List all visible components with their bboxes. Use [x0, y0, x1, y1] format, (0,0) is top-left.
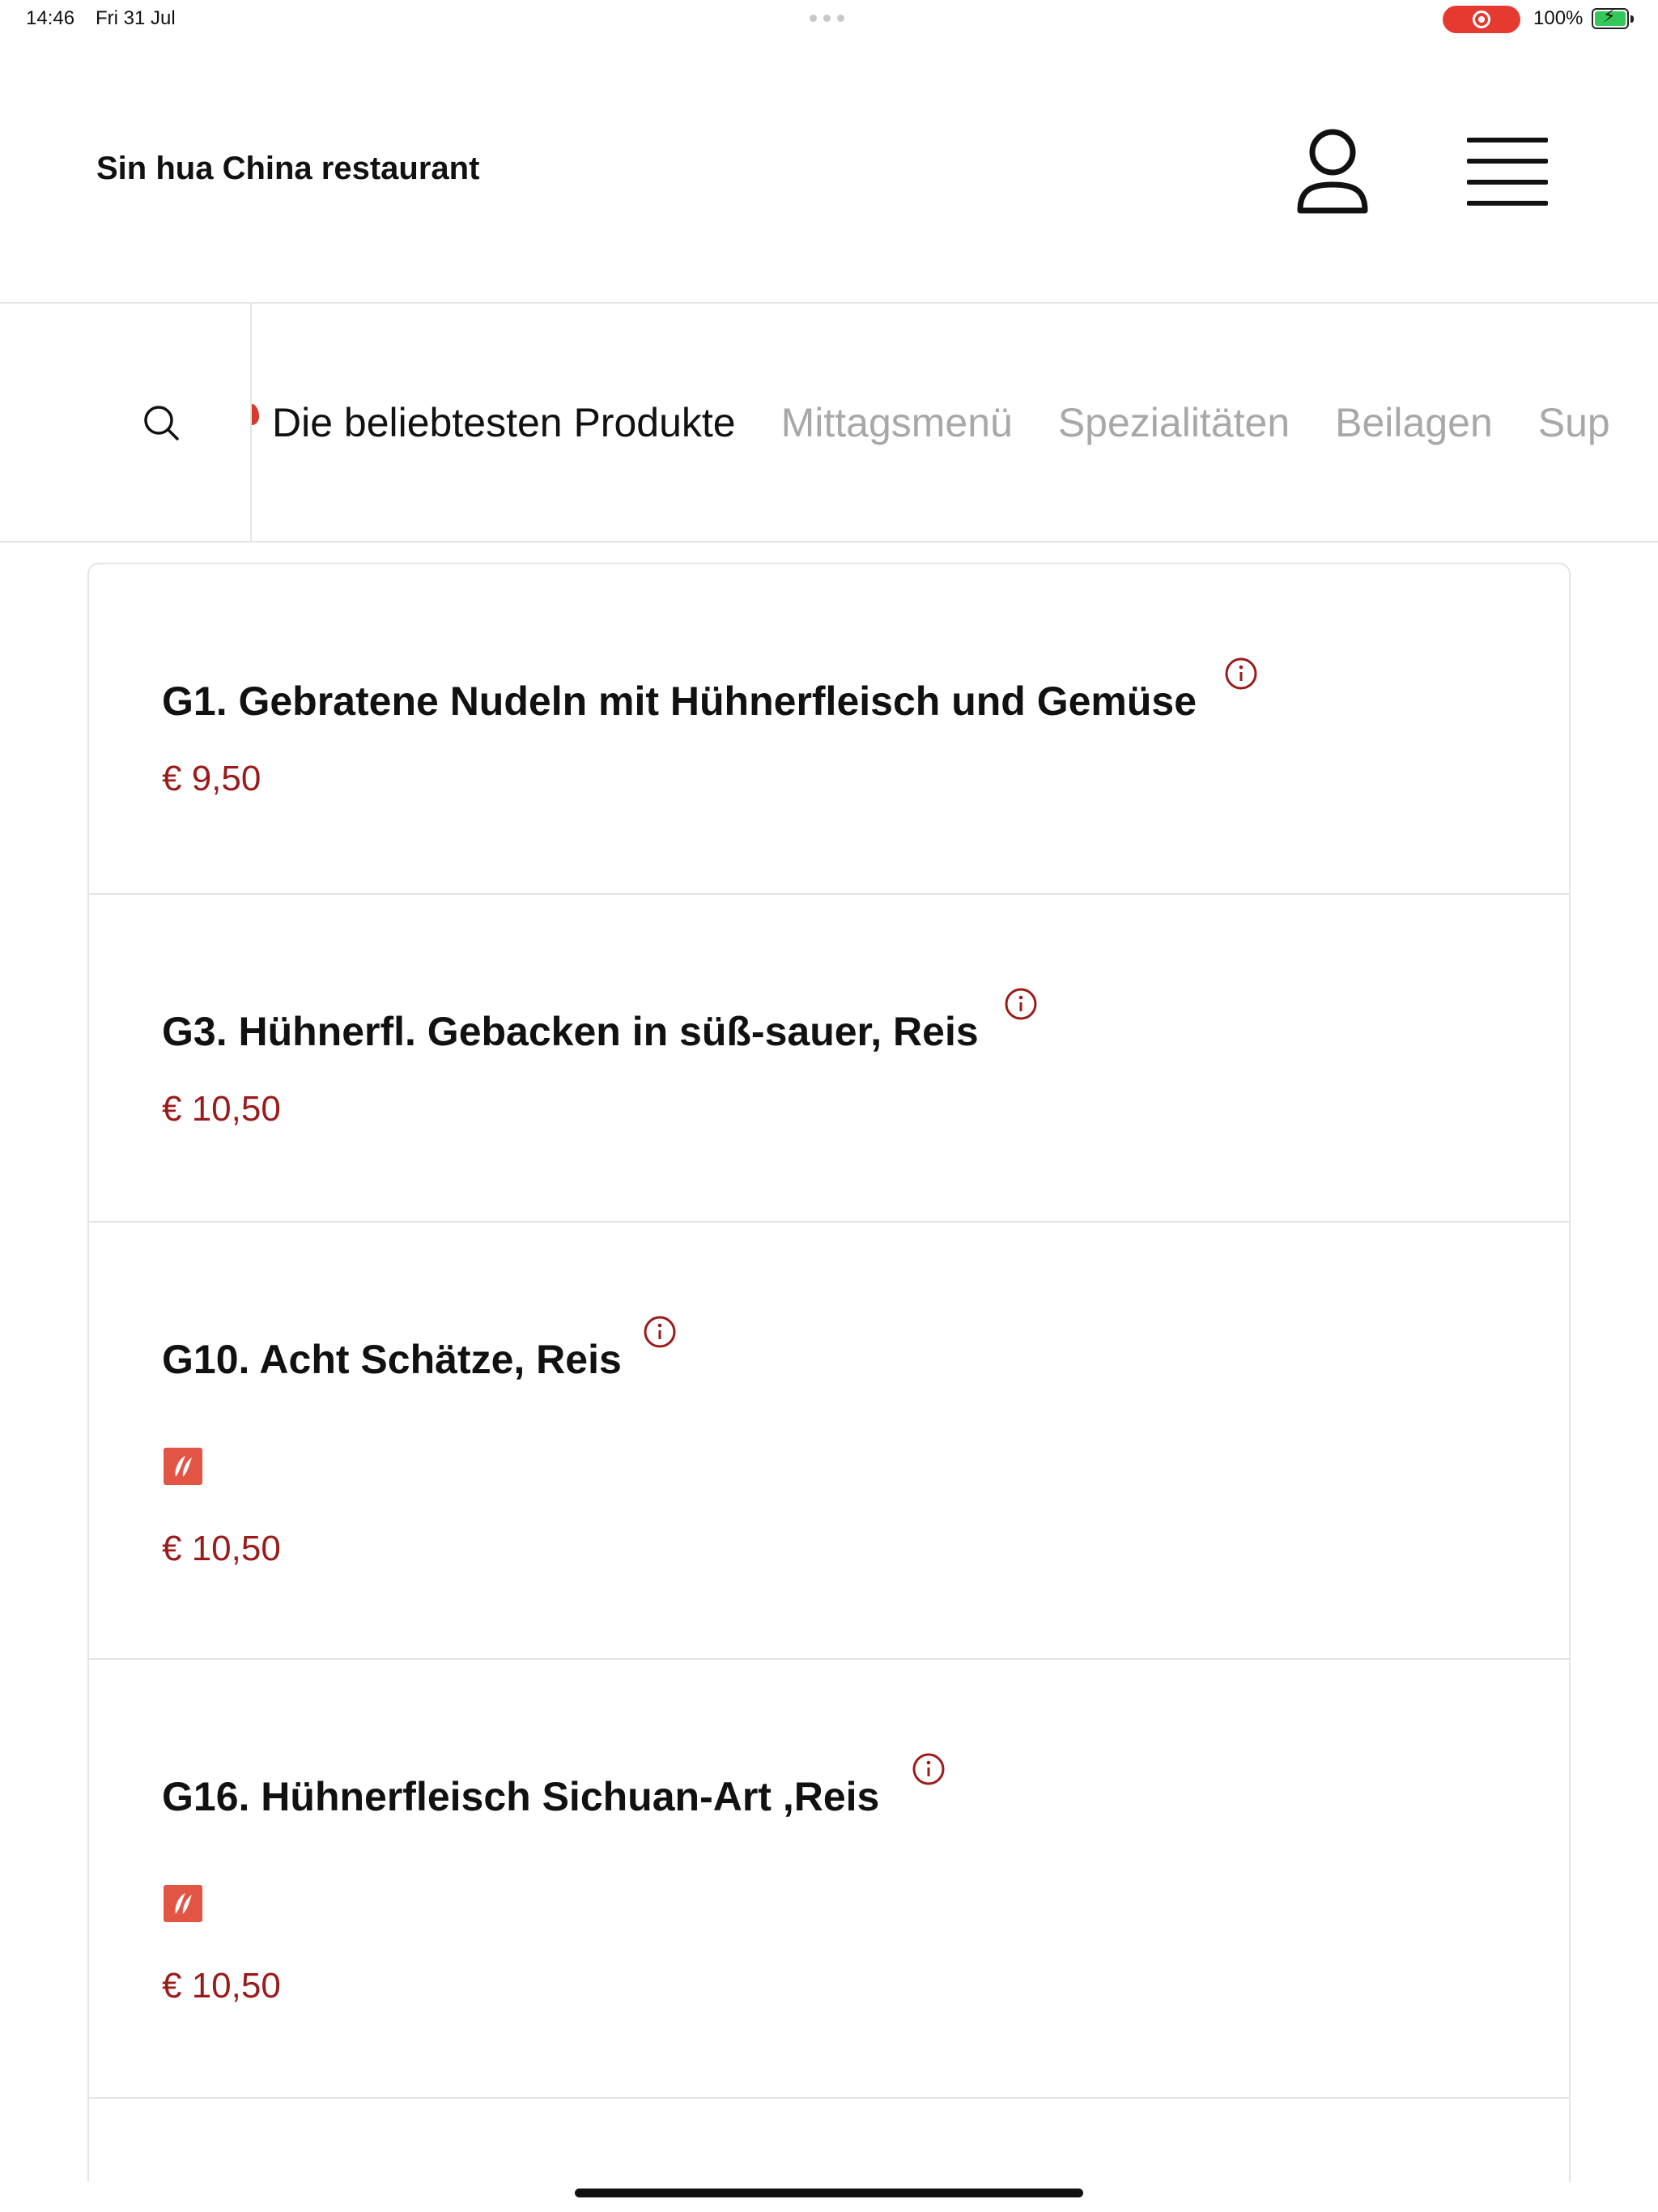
tab-popular-products[interactable]: Die beliebtesten Produkte — [272, 399, 736, 446]
hamburger-menu-icon — [1467, 138, 1548, 143]
spicy-chili-icon — [164, 1448, 202, 1485]
product-card[interactable]: G1. Gebratene Nudeln mit Hühnerfleisch u… — [89, 564, 1569, 895]
product-name: G10. Acht Schätze, Reis — [162, 1337, 622, 1382]
multitasking-dots-icon[interactable] — [810, 15, 844, 22]
user-icon — [1297, 129, 1368, 214]
product-price: € 10,50 — [162, 1966, 281, 2006]
product-price: € 9,50 — [162, 759, 261, 798]
tab-soups[interactable]: Sup — [1538, 399, 1610, 446]
battery-charging-icon: ⚡ — [1592, 7, 1634, 29]
tab-lunch-menu[interactable]: Mittagsmenü — [781, 399, 1013, 446]
product-card[interactable]: G3. Hühnerfl. Gebacken in süß-sauer, Rei… — [89, 895, 1569, 1223]
status-time: 14:46 — [26, 7, 75, 29]
info-icon[interactable] — [1004, 987, 1038, 1021]
product-name: G16. Hühnerfleisch Sichuan-Art ,Reis — [162, 1774, 880, 1819]
battery-percent: 100% — [1533, 7, 1584, 29]
hamburger-line — [1467, 180, 1548, 185]
user-account-button[interactable] — [1292, 126, 1373, 217]
product-name: G3. Hühnerfl. Gebacken in süß-sauer, Rei… — [162, 1009, 979, 1054]
tab-specialties[interactable]: Spezialitäten — [1058, 399, 1290, 446]
product-price: € 10,50 — [162, 1089, 281, 1129]
restaurant-title[interactable]: Sin hua China restaurant — [96, 151, 479, 187]
status-bar: 14:46 Fri 31 Jul 100% ⚡ — [0, 0, 1658, 39]
spicy-chili-icon — [164, 1885, 202, 1922]
category-bar: Die beliebtesten Produkte Mittagsmenü Sp… — [0, 304, 1658, 542]
category-tabs: Die beliebtesten Produkte Mittagsmenü Sp… — [252, 304, 1656, 541]
info-icon[interactable] — [912, 1752, 946, 1786]
hamburger-line — [1467, 201, 1548, 206]
search-button[interactable] — [0, 304, 252, 541]
product-card-partial[interactable] — [89, 2099, 1569, 2182]
search-icon — [144, 406, 179, 440]
status-date: Fri 31 Jul — [96, 7, 176, 29]
product-card[interactable]: G10. Acht Schätze, Reis € 10,50 — [89, 1223, 1569, 1660]
product-price: € 10,50 — [162, 1529, 281, 1568]
product-list: G1. Gebratene Nudeln mit Hühnerfleisch u… — [87, 563, 1571, 2182]
screen-recording-icon[interactable] — [1443, 6, 1520, 33]
hamburger-line — [1467, 159, 1548, 164]
home-indicator[interactable] — [575, 2189, 1083, 2197]
hamburger-menu-button[interactable] — [1467, 138, 1548, 206]
tab-side-dishes[interactable]: Beilagen — [1335, 399, 1493, 446]
info-icon[interactable] — [1224, 657, 1258, 691]
product-name: G1. Gebratene Nudeln mit Hühnerfleisch u… — [162, 678, 1197, 724]
app-header: Sin hua China restaurant — [0, 39, 1658, 304]
product-card[interactable]: G16. Hühnerfleisch Sichuan-Art ,Reis € 1… — [89, 1660, 1569, 2099]
info-icon[interactable] — [643, 1315, 677, 1349]
